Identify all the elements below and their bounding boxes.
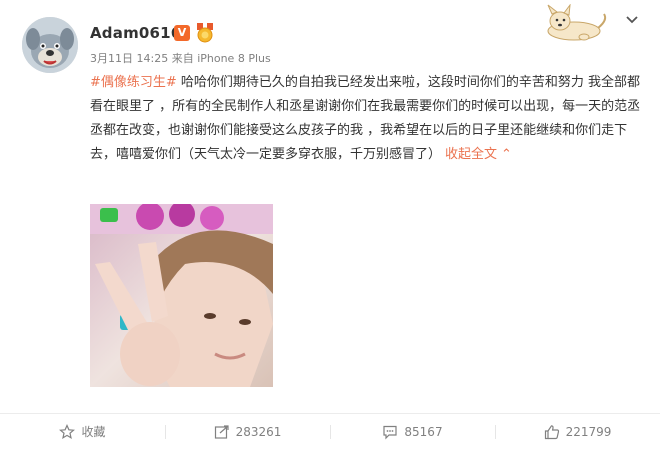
- comment-count: 85167: [404, 424, 443, 439]
- post-photo[interactable]: [90, 204, 273, 387]
- post-source: 来自 iPhone 8 Plus: [171, 52, 271, 65]
- post-body: #偶像练习生# 哈哈你们期待已久的自拍我已经发出来啦，这段时间你们的辛苦和努力 …: [90, 71, 650, 167]
- hashtag-link[interactable]: #偶像练习生#: [90, 75, 177, 90]
- chevron-up-icon: ⌃: [501, 147, 512, 162]
- favorite-button[interactable]: 收藏: [0, 414, 165, 449]
- post-meta: 3月11日 14:25 来自 iPhone 8 Plus: [90, 50, 271, 66]
- avatar[interactable]: [22, 17, 78, 73]
- repost-button[interactable]: 283261: [165, 414, 330, 449]
- repost-count: 283261: [235, 424, 282, 439]
- cartoon-dog-sticker-icon: [547, 4, 607, 41]
- chevron-down-icon[interactable]: [624, 14, 640, 26]
- collapse-label: 收起全文: [445, 147, 498, 162]
- like-count: 221799: [565, 424, 612, 439]
- comment-icon: [383, 425, 398, 439]
- like-button[interactable]: 221799: [495, 414, 660, 449]
- thumbs-up-icon: [544, 424, 559, 439]
- comment-button[interactable]: 85167: [330, 414, 495, 449]
- star-icon: [59, 423, 76, 439]
- collapse-text-link[interactable]: 收起全文 ⌃: [445, 147, 512, 162]
- weibo-post-card: Adam0616 V 3月11日 14:25 来自 iPhone 8 Plus …: [0, 0, 660, 449]
- share-icon: [214, 424, 229, 439]
- action-bar: 收藏 283261 85167 221799: [0, 414, 660, 449]
- post-time[interactable]: 3月11日 14:25: [90, 52, 168, 65]
- medal-icon[interactable]: [194, 23, 216, 43]
- selfie-image: [90, 204, 273, 387]
- username[interactable]: Adam0616: [90, 24, 181, 42]
- verified-badge: V: [174, 25, 190, 41]
- cartoon-dog-avatar-icon: [22, 17, 78, 73]
- favorite-label: 收藏: [81, 425, 106, 439]
